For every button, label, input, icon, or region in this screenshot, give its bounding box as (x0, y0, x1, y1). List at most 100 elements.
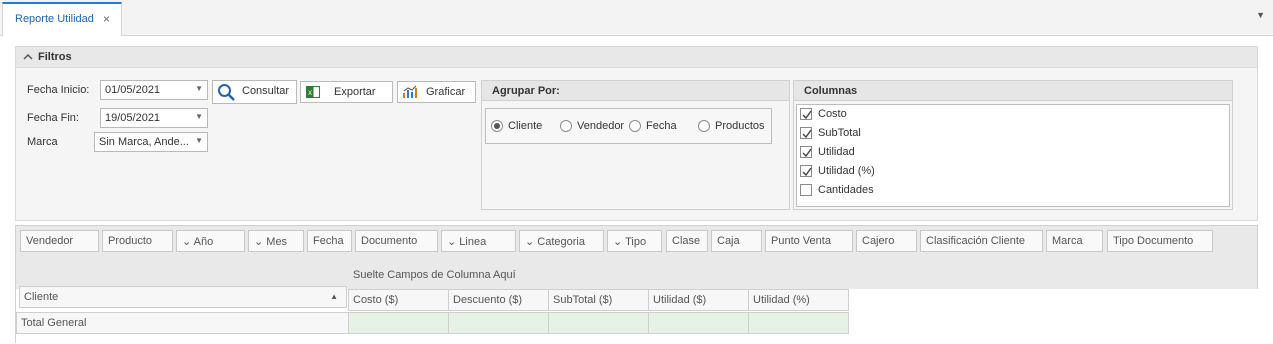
total-cell-descuento[interactable] (448, 312, 549, 334)
pivot-data-area: Cliente ▲ Costo ($) Descuento ($) SubTot… (16, 286, 1259, 344)
checkbox-utilidad-label[interactable]: Utilidad (818, 146, 855, 158)
columnas-title: Columnas (804, 85, 858, 97)
field-label: Año (193, 236, 214, 248)
field-ano[interactable]: ⌄ Año (176, 230, 245, 252)
col-header-utilidad-pct[interactable]: Utilidad (%) (748, 289, 849, 311)
field-label: Linea (459, 236, 487, 248)
checkbox-cantidades[interactable] (800, 184, 812, 196)
col-header-utilidad[interactable]: Utilidad ($) (648, 289, 749, 311)
field-cajero[interactable]: Cajero (856, 230, 917, 252)
field-fecha[interactable]: Fecha (307, 230, 352, 252)
radio-cliente-label[interactable]: Cliente (508, 120, 542, 132)
field-punto-venta[interactable]: Punto Venta (765, 230, 853, 252)
checkbox-utilidad[interactable] (800, 146, 812, 158)
field-label: Documento (361, 235, 418, 247)
radio-fecha[interactable] (629, 120, 641, 132)
check-icon (802, 129, 812, 139)
radio-productos-label[interactable]: Productos (715, 120, 765, 132)
chevron-down-icon[interactable]: ▼ (195, 136, 203, 145)
total-cell-costo[interactable] (348, 312, 449, 334)
checkbox-utilidad-pct[interactable] (800, 165, 812, 177)
checkbox-subtotal[interactable] (800, 127, 812, 139)
graficar-button[interactable]: Graficar (397, 81, 476, 103)
col-header-costo[interactable]: Costo ($) (348, 289, 449, 311)
excel-icon: X (306, 86, 320, 98)
checkbox-utilidad-pct-label[interactable]: Utilidad (%) (818, 165, 875, 177)
search-icon (218, 84, 235, 101)
radio-productos[interactable] (698, 120, 710, 132)
columnas-header: Columnas (794, 81, 1232, 101)
chevron-down-icon: ⌄ (447, 236, 457, 248)
agrupar-options: Cliente Vendedor Fecha Productos (485, 108, 772, 144)
field-label: Marca (1052, 235, 1083, 247)
chevron-down-icon[interactable]: ▼ (195, 112, 203, 121)
field-label: Cajero (862, 235, 895, 247)
column-drop-zone[interactable]: Suelte Campos de Columna Aquí (16, 263, 1259, 288)
radio-fecha-label[interactable]: Fecha (646, 120, 677, 132)
chevron-down-icon[interactable]: ▼ (1256, 10, 1265, 20)
total-cell-subtotal[interactable] (548, 312, 649, 334)
checkbox-costo[interactable] (800, 108, 812, 120)
marca-label: Marca (27, 136, 58, 148)
col-header-label: SubTotal ($) (553, 294, 613, 306)
consultar-button[interactable]: Consultar (212, 80, 297, 104)
graficar-label: Graficar (426, 86, 466, 98)
checkbox-cantidades-label[interactable]: Cantidades (818, 184, 874, 196)
fecha-inicio-field[interactable]: 01/05/2021 ▼ (100, 80, 208, 100)
field-label: Clase (672, 235, 701, 247)
chart-icon (403, 85, 417, 98)
fecha-inicio-label: Fecha Inicio: (27, 84, 90, 96)
total-general-label: Total General (21, 317, 87, 329)
checkbox-costo-label[interactable]: Costo (818, 108, 847, 120)
radio-vendedor[interactable] (560, 120, 572, 132)
exportar-button[interactable]: X Exportar (300, 81, 393, 103)
tab-reporte-utilidad[interactable]: Reporte Utilidad × (2, 2, 122, 36)
field-tipo-documento[interactable]: Tipo Documento (1107, 230, 1213, 252)
row-header-label: Cliente (24, 291, 59, 303)
chevron-up-icon[interactable] (22, 51, 34, 63)
tab-strip: Reporte Utilidad × ▼ (0, 0, 1273, 36)
field-tipo[interactable]: ⌄ Tipo (607, 230, 662, 252)
field-label: Mes (266, 236, 288, 248)
field-linea[interactable]: ⌄ Linea (441, 230, 516, 252)
field-caja[interactable]: Caja (711, 230, 762, 252)
pivot-grid: Vendedor Producto ⌄ Año ⌄ Mes Fecha Docu… (15, 225, 1259, 344)
field-marca[interactable]: Marca (1046, 230, 1103, 252)
field-clase[interactable]: Clase (666, 230, 708, 252)
radio-vendedor-label[interactable]: Vendedor (577, 120, 624, 132)
chevron-down-icon: ⌄ (254, 236, 264, 248)
filtros-header[interactable]: Filtros (16, 47, 1257, 68)
chevron-down-icon: ⌄ (182, 236, 192, 248)
chevron-down-icon: ⌄ (525, 236, 535, 248)
field-producto[interactable]: Producto (102, 230, 173, 252)
chevron-down-icon[interactable]: ▼ (195, 84, 203, 93)
radio-cliente[interactable] (491, 120, 503, 132)
field-mes[interactable]: ⌄ Mes (248, 230, 304, 252)
marca-select[interactable]: Sin Marca, Ande... ▼ (94, 132, 208, 152)
agrupar-header: Agrupar Por: (482, 81, 789, 101)
field-label: Categoria (537, 236, 585, 248)
field-clasificacion-cliente[interactable]: Clasificación Cliente (920, 230, 1043, 252)
col-header-subtotal[interactable]: SubTotal ($) (548, 289, 649, 311)
field-label: Producto (108, 235, 153, 247)
chevron-down-icon: ⌄ (613, 236, 623, 248)
total-cell-utilidad[interactable] (648, 312, 749, 334)
total-cell-utilidad-pct[interactable] (748, 312, 849, 334)
close-icon[interactable]: × (103, 12, 110, 26)
row-header-cliente[interactable]: Cliente ▲ (19, 286, 347, 308)
field-label: Punto Venta (771, 235, 831, 247)
columnas-list: Costo SubTotal Utilidad Utilidad (%) Can… (796, 104, 1230, 207)
field-documento[interactable]: Documento (355, 230, 438, 252)
filtros-group: Filtros Fecha Inicio: 01/05/2021 ▼ Fecha… (15, 46, 1258, 221)
field-categoria[interactable]: ⌄ Categoria (519, 230, 604, 252)
field-label: Tipo Documento (1113, 235, 1194, 247)
col-header-descuento[interactable]: Descuento ($) (448, 289, 549, 311)
check-icon (802, 167, 812, 177)
field-vendedor[interactable]: Vendedor (20, 230, 99, 252)
filtros-title: Filtros (38, 51, 72, 63)
sort-ascending-icon[interactable]: ▲ (330, 292, 338, 301)
col-header-label: Costo ($) (353, 294, 399, 306)
checkbox-subtotal-label[interactable]: SubTotal (818, 127, 861, 139)
tab-label: Reporte Utilidad (15, 13, 94, 25)
fecha-fin-field[interactable]: 19/05/2021 ▼ (100, 108, 208, 128)
